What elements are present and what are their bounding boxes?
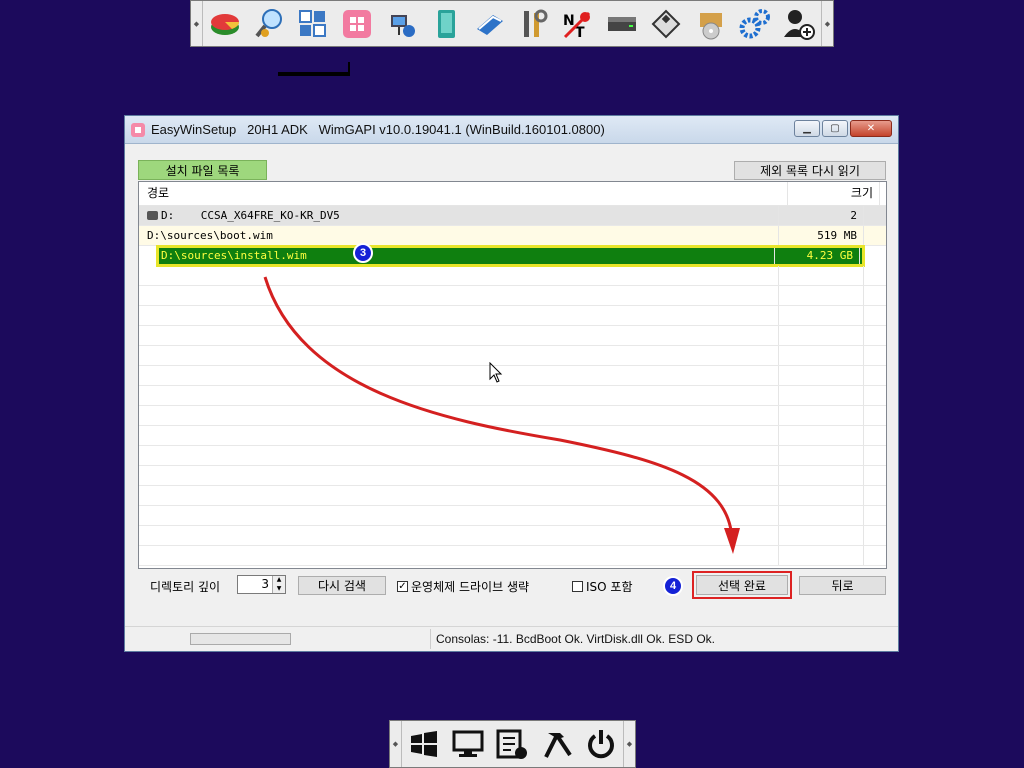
status-bar: Consolas: -11. BcdBoot Ok. VirtDisk.dll … bbox=[125, 626, 898, 651]
row-size-cell: 2 bbox=[779, 206, 864, 225]
status-separator bbox=[430, 629, 431, 649]
grip-left-icon[interactable]: ◆ bbox=[191, 1, 203, 46]
empty-list-row bbox=[139, 426, 886, 446]
app-icon bbox=[131, 122, 145, 137]
row-size-cell: 519 MB bbox=[779, 226, 864, 245]
windows-app-icon[interactable] bbox=[339, 6, 375, 42]
partition-manager-icon[interactable] bbox=[207, 6, 243, 42]
windows-flag-icon[interactable] bbox=[406, 726, 442, 762]
step-4-marker: 4 bbox=[663, 576, 683, 596]
empty-list-row bbox=[139, 486, 886, 506]
bottom-launcher-bar: ◆ ◆ bbox=[389, 720, 636, 768]
task-list-icon[interactable] bbox=[494, 726, 530, 762]
empty-list-row bbox=[139, 386, 886, 406]
status-text: Consolas: -11. BcdBoot Ok. VirtDisk.dll … bbox=[436, 632, 715, 646]
skip-os-drive-label: 운영체제 드라이브 생략 bbox=[411, 580, 530, 594]
drive-icon bbox=[147, 210, 158, 220]
window-title: EasyWinSetup 20H1 ADK WimGAPI v10.0.1904… bbox=[151, 122, 605, 137]
title-bar[interactable]: EasyWinSetup 20H1 ADK WimGAPI v10.0.1904… bbox=[125, 116, 898, 144]
easywinsetup-window: EasyWinSetup 20H1 ADK WimGAPI v10.0.1904… bbox=[124, 115, 899, 652]
iso-include-label: ISO 포함 bbox=[586, 580, 633, 594]
skip-os-drive-checkbox[interactable]: ✓ 운영체제 드라이브 생략 bbox=[397, 578, 529, 595]
empty-list-row bbox=[139, 326, 886, 346]
ntpwedit-icon[interactable]: NT bbox=[560, 6, 596, 42]
grip-right-icon[interactable]: ◆ bbox=[623, 721, 635, 767]
empty-list-row bbox=[139, 446, 886, 466]
iso-include-checkbox[interactable]: ISO 포함 bbox=[572, 578, 633, 595]
bottom-controls: 디렉토리 깊이 3 ▲ ▼ 다시 검색 ✓ 운영체제 드라이브 생략 ISO 포… bbox=[125, 571, 898, 601]
back-button[interactable]: 뒤로 bbox=[799, 576, 886, 595]
notebook-icon[interactable] bbox=[428, 6, 464, 42]
empty-rows bbox=[139, 266, 886, 566]
close-button[interactable]: ✕ bbox=[850, 120, 892, 137]
spin-up-icon[interactable]: ▲ bbox=[273, 576, 285, 585]
tab-install-file-list[interactable]: 설치 파일 목록 bbox=[138, 160, 267, 180]
list-row-install-wim-selected[interactable]: D:\sources\install.wim 4.23 GB bbox=[156, 245, 865, 267]
hard-drive-icon[interactable] bbox=[604, 6, 640, 42]
floppy-icon[interactable] bbox=[648, 6, 684, 42]
maximize-button[interactable]: ▢ bbox=[822, 120, 848, 137]
add-user-icon[interactable] bbox=[781, 6, 817, 42]
grip-right-icon[interactable]: ◆ bbox=[821, 1, 833, 46]
row-size-cell: 4.23 GB bbox=[775, 246, 860, 265]
depth-value[interactable]: 3 bbox=[238, 576, 272, 593]
selection-done-button[interactable]: 선택 완료 bbox=[692, 571, 792, 599]
empty-list-row bbox=[139, 406, 886, 426]
empty-list-row bbox=[139, 266, 886, 286]
user-search-icon[interactable] bbox=[251, 6, 287, 42]
desktop-line-mark bbox=[278, 62, 350, 76]
list-row-drive[interactable]: D: CCSA_X64FRE_KO-KR_DV5 2 bbox=[139, 206, 886, 226]
network-computer-icon[interactable] bbox=[384, 6, 420, 42]
row-path-text: D: CCSA_X64FRE_KO-KR_DV5 bbox=[161, 209, 340, 222]
directory-depth-spinner[interactable]: 3 ▲ ▼ bbox=[237, 575, 286, 594]
monitor-icon[interactable] bbox=[450, 726, 486, 762]
checkbox-unchecked-icon[interactable] bbox=[572, 581, 583, 592]
step-3-marker: 3 bbox=[353, 243, 373, 263]
empty-list-row bbox=[139, 306, 886, 326]
mouse-cursor-icon bbox=[489, 362, 503, 383]
row-path-cell: D: CCSA_X64FRE_KO-KR_DV5 bbox=[139, 206, 779, 225]
box-disc-icon[interactable] bbox=[693, 6, 729, 42]
row-path-cell: D:\sources\boot.wim bbox=[139, 226, 779, 245]
row-path-cell: D:\sources\install.wim bbox=[157, 246, 775, 265]
column-header-path[interactable]: 경로 bbox=[139, 182, 788, 205]
list-header: 경로 크기 bbox=[139, 182, 886, 206]
gears-icon[interactable] bbox=[737, 6, 773, 42]
empty-list-row bbox=[139, 526, 886, 546]
spin-down-icon[interactable]: ▼ bbox=[273, 584, 285, 593]
top-launcher-bar: ◆ NT ◆ bbox=[190, 0, 834, 47]
empty-list-row bbox=[139, 506, 886, 526]
power-icon[interactable] bbox=[583, 726, 619, 762]
install-file-listview[interactable]: 경로 크기 D: CCSA_X64FRE_KO-KR_DV5 2 D:\sour… bbox=[138, 181, 887, 569]
empty-list-row bbox=[139, 546, 886, 566]
directory-depth-label: 디렉토리 깊이 bbox=[150, 580, 221, 594]
tiles-icon[interactable] bbox=[295, 6, 331, 42]
keyboard-pen-icon[interactable] bbox=[472, 6, 508, 42]
minimize-button[interactable]: ▁ bbox=[794, 120, 820, 137]
hammer-icon[interactable] bbox=[539, 726, 575, 762]
svg-text:N: N bbox=[563, 13, 575, 29]
checkbox-checked-icon[interactable]: ✓ bbox=[397, 581, 408, 592]
empty-list-row bbox=[139, 346, 886, 366]
empty-list-row bbox=[139, 286, 886, 306]
rescan-button[interactable]: 다시 검색 bbox=[298, 576, 386, 595]
grip-left-icon[interactable]: ◆ bbox=[390, 721, 402, 767]
empty-list-row bbox=[139, 366, 886, 386]
reread-exclusion-list-button[interactable]: 제외 목록 다시 읽기 bbox=[734, 161, 886, 180]
list-row-boot-wim[interactable]: D:\sources\boot.wim 519 MB bbox=[139, 226, 886, 246]
empty-list-row bbox=[139, 466, 886, 486]
tools-icon[interactable] bbox=[516, 6, 552, 42]
column-header-size[interactable]: 크기 bbox=[788, 182, 880, 205]
status-progress-bar bbox=[190, 633, 291, 645]
